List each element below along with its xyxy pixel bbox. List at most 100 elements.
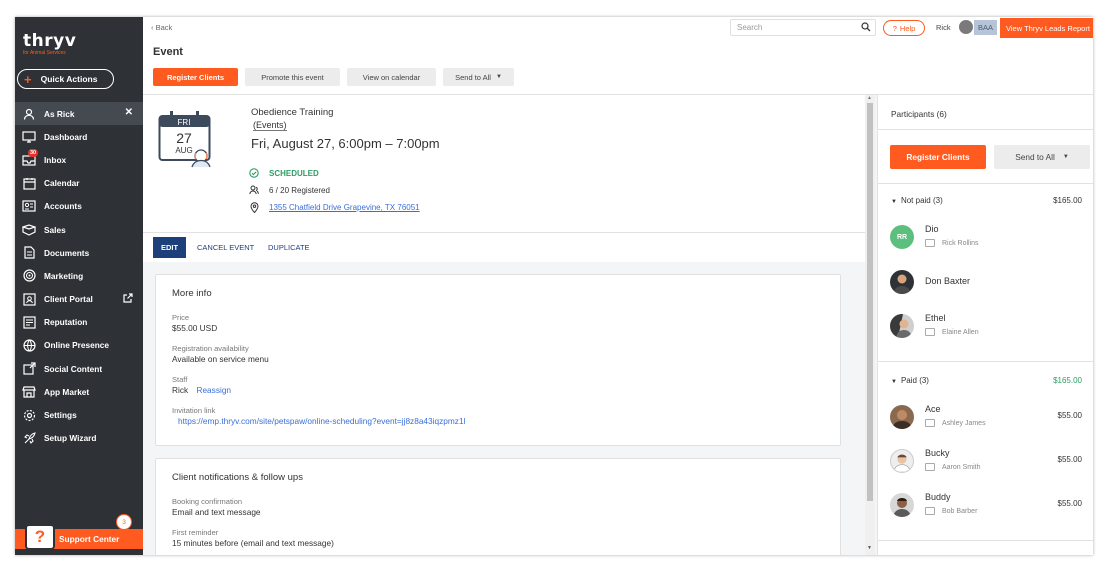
brand-logo[interactable]: thryv for Animal Services: [23, 31, 76, 56]
brand-name: thryv: [23, 31, 77, 51]
paid-total: $165.00: [1053, 376, 1082, 385]
sidebar-item-label: As Rick: [44, 108, 75, 119]
invitation-link[interactable]: https://emp.thryv.com/site/petspaw/onlin…: [178, 416, 465, 426]
support-count-badge[interactable]: 3: [116, 514, 132, 530]
participant-name: Bucky: [925, 448, 950, 458]
main-scrollbar[interactable]: ▲ ▼: [865, 95, 875, 555]
send-to-all-panel-button[interactable]: Send to All ▼: [994, 145, 1090, 169]
caret-down-icon: ▼: [1062, 154, 1069, 160]
sidebar-item-client-portal[interactable]: Client Portal: [15, 288, 143, 311]
scroll-down-icon[interactable]: ▼: [867, 545, 872, 551]
content-area: More info Price $55.00 USD Registration …: [143, 262, 865, 555]
participant-owner: Elaine Allen: [925, 328, 979, 336]
owner-name: Rick Rollins: [942, 239, 979, 247]
participant-amount: $55.00: [1057, 455, 1082, 464]
sidebar-item-sales[interactable]: Sales: [15, 218, 143, 241]
help-question-icon[interactable]: ?: [25, 524, 55, 550]
participant-row[interactable]: Buddy Bob Barber $55.00: [890, 491, 1082, 521]
sidebar-item-marketing[interactable]: Marketing: [15, 264, 143, 287]
sidebar-item-as-rick[interactable]: As Rick ✕: [15, 102, 143, 126]
reassign-link[interactable]: Reassign: [196, 385, 231, 395]
tab-duplicate[interactable]: DUPLICATE: [268, 237, 310, 258]
marketing-icon: [21, 268, 37, 284]
participant-row[interactable]: Ace Ashley James $55.00: [890, 403, 1082, 433]
sidebar-item-dashboard[interactable]: Dashboard: [15, 125, 143, 148]
availability-value: Available on service menu: [172, 354, 269, 364]
chevron-left-icon: ‹: [151, 23, 154, 32]
booking-confirmation-label: Booking confirmation: [172, 497, 243, 506]
calendar-date: 27: [176, 130, 192, 146]
send-to-all-label: Send to All: [455, 72, 491, 82]
participant-name: Don Baxter: [925, 276, 971, 286]
sidebar-item-reputation[interactable]: Reputation: [15, 311, 143, 334]
not-paid-label: Not paid (3): [900, 196, 943, 205]
calendar-day: FRI: [178, 118, 191, 127]
invitation-label: Invitation link: [172, 406, 216, 415]
sidebar-item-label: Inbox: [44, 154, 67, 165]
notifications-title: Client notifications & follow ups: [172, 472, 303, 483]
sidebar-item-social-content[interactable]: Social Content: [15, 357, 143, 380]
more-info-card: More info Price $55.00 USD Registration …: [155, 274, 841, 446]
sidebar-item-setup-wizard[interactable]: Setup Wizard: [15, 427, 143, 450]
registered-count: 6 / 20 Registered: [269, 185, 330, 195]
avatar: [890, 405, 914, 429]
sidebar-item-inbox[interactable]: 30 Inbox: [15, 148, 143, 171]
caret-down-icon: ▼: [891, 199, 897, 205]
dashboard-icon: [21, 129, 37, 145]
send-to-all-button[interactable]: Send to All ▼: [443, 68, 514, 86]
participant-row[interactable]: RR Dio Rick Rollins: [890, 223, 1082, 253]
participants-title: Participants (6): [891, 109, 947, 119]
sidebar-item-calendar[interactable]: Calendar: [15, 172, 143, 195]
staff-name: Rick: [172, 385, 189, 395]
sidebar-item-settings[interactable]: Settings: [15, 403, 143, 426]
sidebar-item-label: Calendar: [44, 178, 80, 189]
not-paid-group-toggle[interactable]: ▼ Not paid (3) $165.00: [891, 196, 1082, 205]
participant-row[interactable]: Don Baxter: [890, 268, 1082, 298]
quick-actions-button[interactable]: + Quick Actions: [17, 69, 114, 89]
avatar[interactable]: [959, 20, 973, 34]
owner-name: Ashley James: [942, 419, 986, 427]
sidebar-item-label: Client Portal: [44, 294, 93, 305]
help-button[interactable]: ? Help: [883, 20, 925, 36]
owner-name: Elaine Allen: [942, 328, 979, 336]
participant-row[interactable]: Ethel Elaine Allen: [890, 312, 1082, 342]
sidebar-item-app-market[interactable]: App Market: [15, 380, 143, 403]
promote-event-button[interactable]: Promote this event: [245, 68, 340, 86]
sidebar-item-documents[interactable]: Documents: [15, 241, 143, 264]
panel-divider: [878, 361, 1093, 362]
scrollbar-thumb[interactable]: [867, 103, 873, 501]
notifications-card: Client notifications & follow ups Bookin…: [155, 458, 841, 555]
search-icon[interactable]: [861, 21, 871, 34]
sidebar-item-label: Accounts: [44, 201, 82, 212]
user-name[interactable]: Rick: [936, 23, 951, 32]
back-link[interactable]: ‹ Back: [151, 23, 172, 32]
sales-icon: [21, 222, 37, 238]
plus-icon: +: [24, 71, 32, 87]
close-icon[interactable]: ✕: [125, 107, 133, 118]
scroll-up-icon[interactable]: ▲: [867, 95, 872, 101]
search-input[interactable]: Search: [730, 19, 876, 36]
event-address-link[interactable]: 1355 Chatfield Drive Grapevine, TX 76051: [269, 203, 420, 212]
sidebar-item-online-presence[interactable]: Online Presence: [15, 334, 143, 357]
view-on-calendar-button[interactable]: View on calendar: [347, 68, 436, 86]
register-clients-panel-button[interactable]: Register Clients: [890, 145, 986, 169]
tab-edit[interactable]: EDIT: [153, 237, 186, 258]
tab-cancel-event[interactable]: CANCEL EVENT: [197, 237, 254, 258]
event-name: Obedience Training: [251, 107, 334, 118]
owner-card-icon: [925, 463, 935, 471]
register-clients-button[interactable]: Register Clients: [153, 68, 238, 86]
external-link-icon[interactable]: [123, 292, 133, 306]
participant-row[interactable]: Bucky Aaron Smith $55.00: [890, 447, 1082, 477]
owner-card-icon: [925, 419, 935, 427]
help-label: Help: [899, 23, 916, 33]
search-placeholder: Search: [737, 23, 763, 32]
paid-group-toggle[interactable]: ▼ Paid (3) $165.00: [891, 376, 1082, 385]
sidebar-nav: As Rick ✕ Dashboard 30 Inbox Calendar Ac…: [15, 102, 143, 450]
owner-name: Bob Barber: [942, 507, 978, 515]
view-leads-report-button[interactable]: View Thryv Leads Report: [1000, 18, 1093, 38]
owner-card-icon: [925, 507, 935, 515]
sidebar-item-accounts[interactable]: Accounts: [15, 195, 143, 218]
user-initials-badge[interactable]: BAA: [974, 20, 997, 35]
participant-initials-avatar: RR: [890, 225, 914, 249]
owner-card-icon: [925, 239, 935, 247]
